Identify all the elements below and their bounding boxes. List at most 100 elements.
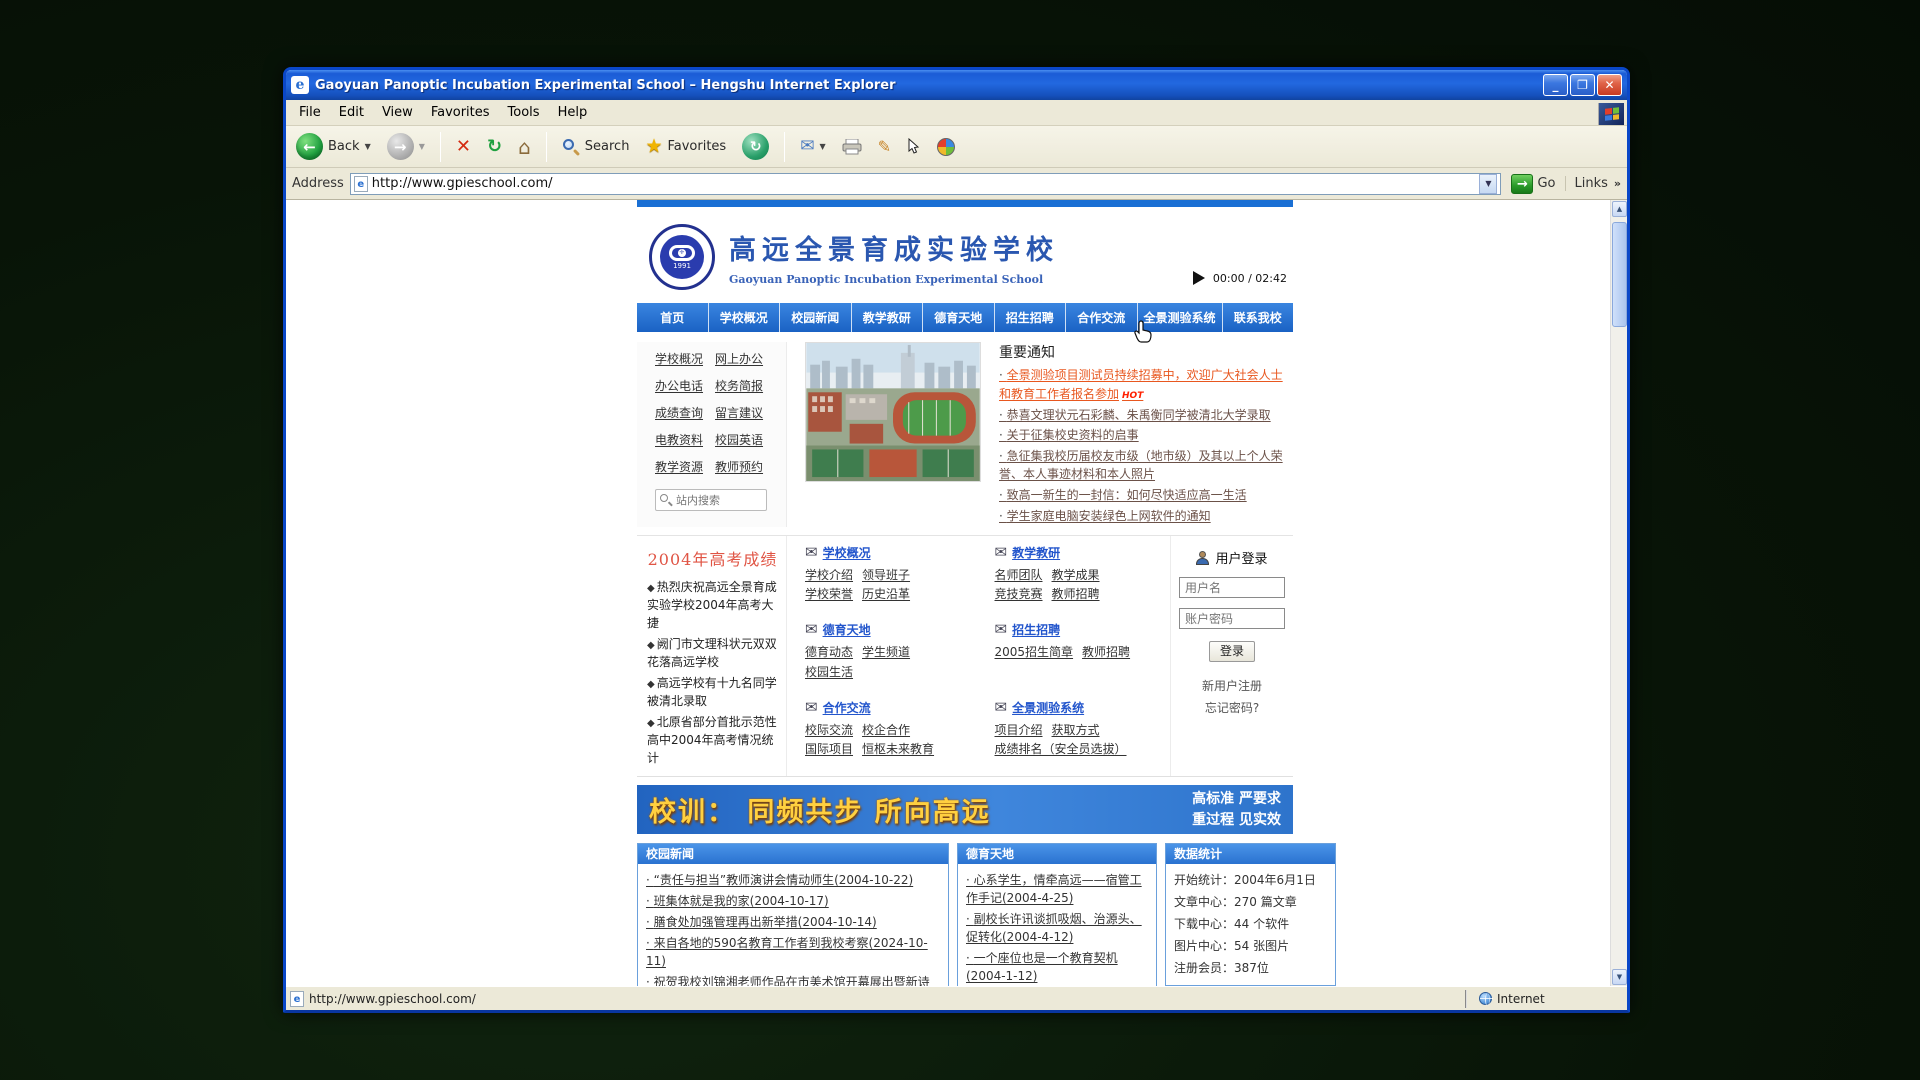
- section-link[interactable]: 2005招生简章: [995, 645, 1074, 659]
- mail-dropdown-icon[interactable]: ▼: [819, 142, 825, 151]
- link-group-title[interactable]: 教学教研: [1012, 544, 1060, 561]
- section-link[interactable]: 名师团队: [995, 568, 1043, 582]
- forward-button[interactable]: → ▼: [383, 131, 429, 162]
- print-button[interactable]: [838, 137, 866, 157]
- gaokao-item-link[interactable]: 阙门市文理科状元双双花落高远学校: [647, 635, 778, 671]
- notice-link[interactable]: 关于征集校史资料的启事: [999, 426, 1289, 445]
- menu-item[interactable]: File: [290, 102, 330, 123]
- link-group-title[interactable]: 德育天地: [823, 621, 871, 638]
- section-link[interactable]: 领导班子: [862, 568, 910, 582]
- close-button[interactable]: ✕: [1597, 74, 1622, 96]
- nav-tab[interactable]: 联系我校: [1223, 303, 1294, 332]
- menu-item[interactable]: Tools: [499, 102, 549, 123]
- section-link[interactable]: 教师招聘: [1082, 645, 1130, 659]
- link-group-title[interactable]: 全景测验系统: [1012, 699, 1084, 716]
- section-link[interactable]: 校际交流: [805, 723, 853, 737]
- section-link[interactable]: 恒枢未来教育: [862, 742, 934, 756]
- section-link[interactable]: 学生频道: [862, 645, 910, 659]
- section-link[interactable]: 竞技竞赛: [995, 587, 1043, 601]
- search-button[interactable]: Search: [558, 136, 634, 158]
- link-group-title[interactable]: 学校概况: [823, 544, 871, 561]
- section-link[interactable]: 国际项目: [805, 742, 853, 756]
- section-link[interactable]: 成绩排名（安全员选拔）: [995, 742, 1127, 756]
- news-link[interactable]: 来自各地的590名教育工作者到我校考察(2024-10-11): [646, 934, 940, 970]
- section-link[interactable]: 历史沿革: [862, 587, 910, 601]
- address-dropdown-icon[interactable]: ▼: [1479, 174, 1497, 194]
- menu-item[interactable]: Favorites: [422, 102, 499, 123]
- forgot-password-link[interactable]: 忘记密码?: [1179, 698, 1285, 720]
- notice-link[interactable]: 急征集我校历届校友市级（地市级）及其以上个人荣誉、本人事迹材料和本人照片: [999, 447, 1289, 484]
- news-link[interactable]: 祝贺我校刘锦湘老师作品在市美术馆开幕展出暨新诗集《劳动者的布鲁斯》出版(2004…: [646, 973, 940, 986]
- home-button[interactable]: ⌂: [514, 135, 535, 159]
- menu-item[interactable]: Edit: [330, 102, 373, 123]
- minimize-button[interactable]: _: [1543, 74, 1568, 96]
- messenger-button[interactable]: [933, 136, 959, 158]
- sidebar-link[interactable]: 网上办公: [715, 350, 763, 367]
- sidebar-link[interactable]: 成绩查询: [655, 404, 703, 421]
- vertical-scrollbar[interactable]: ▲ ▼: [1610, 200, 1627, 986]
- favorites-button[interactable]: ★ Favorites: [641, 135, 730, 158]
- section-link[interactable]: 学校荣誉: [805, 587, 853, 601]
- nav-tab[interactable]: 招生招聘: [995, 303, 1067, 332]
- gaokao-item-link[interactable]: 北原省部分首批示范性高中2004年高考情况统计: [647, 713, 778, 767]
- stop-button[interactable]: ✕: [452, 136, 475, 158]
- register-link[interactable]: 新用户注册: [1179, 676, 1285, 698]
- sidebar-link[interactable]: 办公电话: [655, 377, 703, 394]
- select-button[interactable]: [903, 136, 925, 157]
- sidebar-link[interactable]: 留言建议: [715, 404, 763, 421]
- section-link[interactable]: 获取方式: [1052, 723, 1100, 737]
- sidebar-link[interactable]: 教师预约: [715, 458, 763, 475]
- back-button[interactable]: ← Back ▼: [292, 131, 375, 162]
- nav-tab[interactable]: 德育天地: [923, 303, 995, 332]
- sidebar-link[interactable]: 学校概况: [655, 350, 703, 367]
- menu-item[interactable]: View: [373, 102, 422, 123]
- sidebar-link[interactable]: 校园英语: [715, 431, 763, 448]
- sidebar-link[interactable]: 校务简报: [715, 377, 763, 394]
- menu-item[interactable]: Help: [549, 102, 597, 123]
- back-dropdown-icon[interactable]: ▼: [365, 142, 371, 151]
- scrollbar-thumb[interactable]: [1612, 222, 1627, 327]
- username-field[interactable]: [1179, 577, 1285, 598]
- news-link[interactable]: 班集体就是我的家(2004-10-17): [646, 892, 940, 910]
- section-link[interactable]: 教师招聘: [1052, 587, 1100, 601]
- moral-link[interactable]: 心系学生，情牵高远——宿管工作手记(2004-4-25): [966, 871, 1148, 907]
- address-field[interactable]: e ▼: [350, 173, 1502, 195]
- section-link[interactable]: 德育动态: [805, 645, 853, 659]
- links-chevron-icon[interactable]: »: [1614, 177, 1621, 190]
- password-field[interactable]: [1179, 608, 1285, 629]
- gaokao-item-link[interactable]: 热烈庆祝高远全景育成实验学校2004年高考大捷: [647, 578, 778, 632]
- links-toolbar[interactable]: Links »: [1565, 176, 1621, 191]
- link-group-title[interactable]: 招生招聘: [1012, 621, 1060, 638]
- nav-tab[interactable]: 学校概况: [709, 303, 781, 332]
- moral-link[interactable]: 一个座位也是一个教育契机(2004-1-12): [966, 949, 1148, 985]
- mail-button[interactable]: ✉▼: [796, 136, 829, 157]
- section-link[interactable]: 校企合作: [862, 723, 910, 737]
- play-icon[interactable]: [1193, 271, 1205, 285]
- nav-tab[interactable]: 校园新闻: [780, 303, 852, 332]
- section-link[interactable]: 学校介绍: [805, 568, 853, 582]
- go-button[interactable]: → Go: [1507, 174, 1559, 194]
- notice-link[interactable]: 恭喜文理状元石彩麟、朱禹衡同学被清北大学录取: [999, 406, 1289, 425]
- sidebar-link[interactable]: 电教资料: [655, 431, 703, 448]
- site-search-input[interactable]: [676, 494, 756, 507]
- nav-tab[interactable]: 合作交流: [1066, 303, 1138, 332]
- refresh-button[interactable]: ↻: [483, 136, 506, 158]
- section-link[interactable]: 项目介绍: [995, 723, 1043, 737]
- news-link[interactable]: 膳食处加强管理再出新举措(2004-10-14): [646, 913, 940, 931]
- history-button[interactable]: ↻: [738, 131, 773, 162]
- scroll-up-icon[interactable]: ▲: [1612, 201, 1627, 217]
- notice-link-hot[interactable]: 全景测验项目测试员持续招募中，欢迎广大社会人士和教育工作者报名参加HOT: [999, 366, 1289, 404]
- moral-link[interactable]: 副校长许讯谈抓吸烟、治源头、促转化(2004-4-12): [966, 910, 1148, 946]
- maximize-button[interactable]: ❐: [1570, 74, 1595, 96]
- news-link[interactable]: “责任与担当”教师演讲会情动师生(2004-10-22): [646, 871, 940, 889]
- notice-link[interactable]: 学生家庭电脑安装绿色上网软件的通知: [999, 507, 1289, 526]
- edit-button[interactable]: ✎: [874, 137, 895, 157]
- gaokao-item-link[interactable]: 高远学校有十九名同学被清北录取: [647, 674, 778, 710]
- site-search-box[interactable]: [655, 489, 767, 511]
- address-input[interactable]: [372, 176, 1476, 191]
- section-link[interactable]: 教学成果: [1052, 568, 1100, 582]
- nav-tab[interactable]: 教学教研: [852, 303, 924, 332]
- sidebar-link[interactable]: 教学资源: [655, 458, 703, 475]
- login-button[interactable]: 登录: [1209, 641, 1255, 662]
- notice-link[interactable]: 致高一新生的一封信：如何尽快适应高一生活: [999, 486, 1289, 505]
